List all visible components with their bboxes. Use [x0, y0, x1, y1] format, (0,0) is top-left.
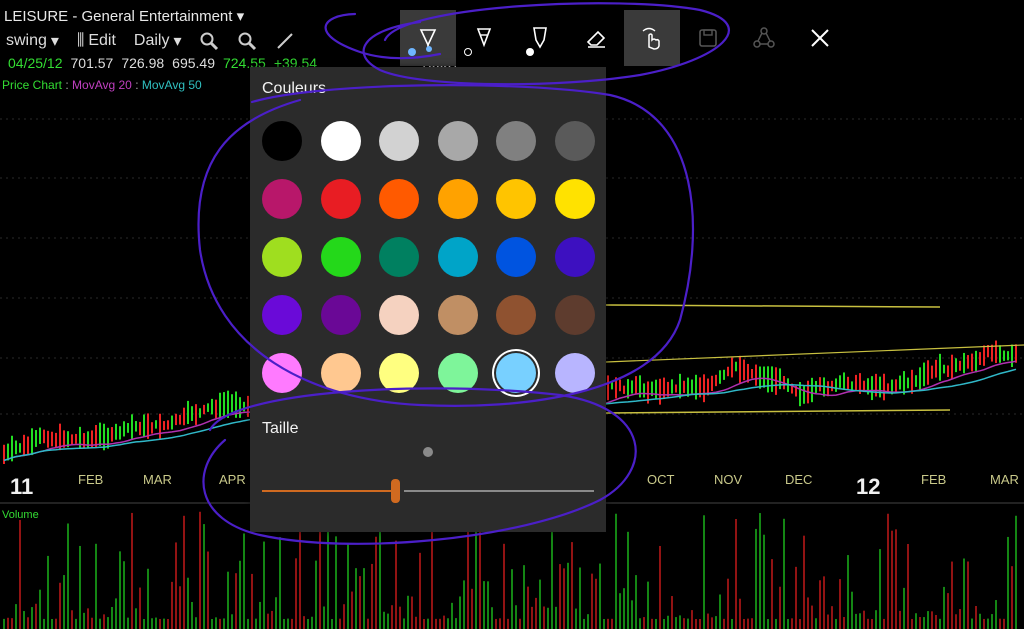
color-swatch[interactable] [320, 295, 361, 335]
highlighter-button[interactable] [512, 10, 568, 66]
study-price: Price Chart [2, 78, 63, 92]
color-swatch[interactable] [379, 121, 419, 161]
month-label: DEC [785, 472, 813, 487]
touch-writing-button[interactable] [624, 10, 680, 66]
month-label: NOV [714, 472, 743, 487]
chart-toolbar: swing ▾ ⫼ Edit Daily ▾ [6, 31, 295, 51]
quote-date: 04/25/12 [8, 55, 63, 71]
touch-writing-icon [642, 27, 660, 50]
color-swatch[interactable] [554, 295, 595, 335]
pencil-icon [476, 28, 492, 48]
color-swatch[interactable] [554, 237, 595, 277]
year-label: 12 [856, 474, 881, 499]
color-swatch[interactable] [262, 179, 302, 219]
color-swatch[interactable] [437, 353, 478, 393]
save-button[interactable] [680, 10, 736, 66]
highlighter-size-dot [526, 48, 534, 56]
save-icon [699, 29, 717, 47]
pen-color-dot [426, 46, 432, 52]
colors-heading: Couleurs [262, 80, 327, 97]
quote-open: 701.57 [70, 55, 114, 71]
color-swatch[interactable] [379, 353, 419, 393]
interval-dropdown[interactable]: Daily ▾ [134, 31, 182, 51]
slider-track-fill [262, 490, 395, 492]
period-dropdown[interactable]: swing ▾ [6, 31, 59, 51]
pencil-size-dot [464, 48, 472, 56]
year-label: 11 [10, 474, 34, 499]
color-swatch[interactable] [379, 237, 419, 277]
month-label: APR [219, 472, 246, 487]
eraser-button[interactable] [568, 10, 624, 66]
color-swatch[interactable] [554, 179, 595, 219]
color-swatch[interactable] [262, 353, 302, 393]
color-swatch[interactable] [496, 179, 536, 219]
close-button[interactable] [792, 10, 848, 66]
color-swatch[interactable] [437, 121, 478, 161]
zoom-in-icon[interactable] [199, 31, 219, 51]
color-swatch[interactable] [437, 237, 478, 277]
color-palette [262, 121, 597, 395]
quote-high: 726.98 [121, 55, 165, 71]
color-swatch[interactable] [554, 121, 595, 161]
size-slider[interactable] [262, 479, 594, 503]
study-mavg20: MovAvg 20 [72, 78, 132, 92]
bars-icon: ⫼ [76, 32, 85, 49]
draw-line-icon[interactable] [275, 31, 295, 51]
month-label: MAR [990, 472, 1019, 487]
month-label: FEB [921, 472, 947, 487]
month-label: FEB [78, 472, 104, 487]
volume-label: Volume [2, 509, 39, 521]
study-mavg50: MovAvg 50 [141, 78, 202, 92]
color-swatch[interactable] [320, 179, 361, 219]
month-label: OCT [647, 472, 675, 487]
color-swatch[interactable] [496, 121, 536, 161]
color-swatch[interactable] [496, 237, 536, 277]
color-swatch[interactable] [437, 179, 478, 219]
slider-track [404, 490, 594, 492]
chart-title[interactable]: LEISURE - General Entertainment ▾ [4, 7, 244, 25]
slider-thumb[interactable] [391, 479, 400, 503]
color-swatch[interactable] [496, 353, 536, 393]
zoom-out-icon[interactable] [237, 31, 257, 51]
trend-line [605, 344, 1024, 363]
edit-button[interactable]: ⫼ Edit [77, 32, 116, 50]
share-icon [753, 27, 775, 48]
color-swatch[interactable] [320, 353, 361, 393]
color-swatch[interactable] [437, 295, 478, 335]
pencil-button[interactable] [456, 10, 512, 66]
share-button[interactable] [736, 10, 792, 66]
color-swatch[interactable] [496, 295, 536, 335]
color-swatch[interactable] [379, 179, 419, 219]
color-swatch[interactable] [262, 295, 302, 335]
ink-toolbar [400, 10, 848, 66]
size-heading: Taille [262, 420, 299, 437]
pen-settings-flyout: Couleurs Taille [250, 67, 606, 532]
color-swatch[interactable] [320, 237, 361, 277]
study-legend: Price Chart : MovAvg 20 : MovAvg 50 [2, 78, 202, 92]
quote-low: 695.49 [172, 55, 215, 71]
eraser-icon [586, 30, 606, 48]
size-preview-dot [423, 447, 433, 457]
trend-line [605, 409, 951, 414]
pen-color-dot [408, 48, 416, 56]
trend-line [605, 304, 941, 308]
color-swatch[interactable] [379, 295, 419, 335]
color-swatch[interactable] [554, 353, 595, 393]
color-swatch[interactable] [320, 121, 361, 161]
highlighter-icon [533, 27, 547, 49]
ballpoint-pen-button[interactable] [400, 10, 456, 66]
color-swatch[interactable] [262, 237, 302, 277]
month-label: MAR [143, 472, 172, 487]
close-icon [811, 29, 829, 47]
color-swatch[interactable] [262, 121, 302, 161]
